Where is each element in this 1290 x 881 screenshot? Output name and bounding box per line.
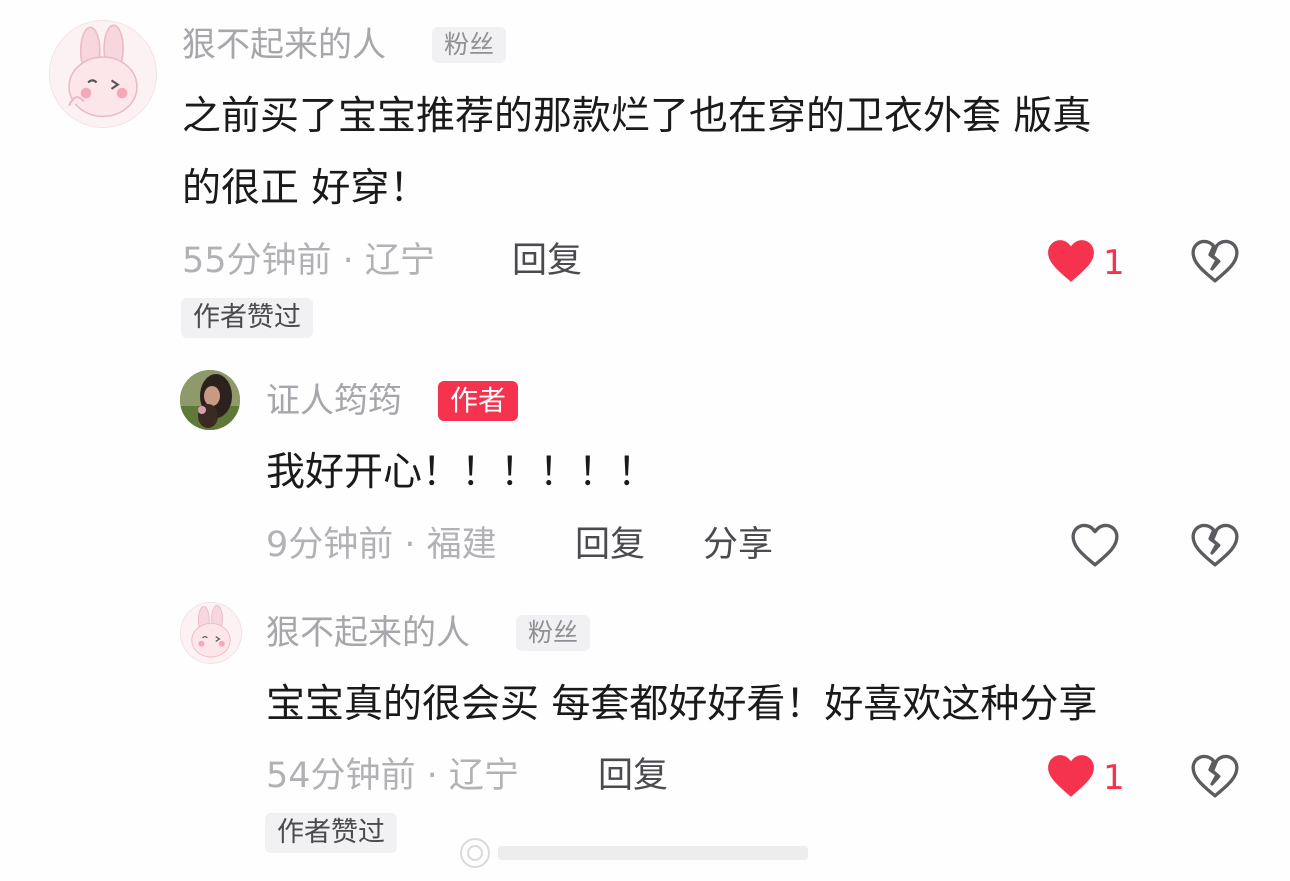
photo-avatar-icon	[180, 370, 240, 430]
reply-button[interactable]: 回复	[575, 525, 645, 565]
comment-text: 宝宝真的很会买 每套都好好看！好喜欢这种分享	[266, 682, 1098, 727]
user-avatar[interactable]	[180, 602, 242, 664]
dislike-icon[interactable]	[1190, 238, 1240, 284]
like-count: 1	[1103, 758, 1125, 798]
fan-badge: 粉丝	[432, 27, 507, 63]
user-avatar[interactable]	[49, 20, 157, 128]
fan-badge: 粉丝	[516, 615, 591, 651]
comment-username[interactable]: 狠不起来的人	[182, 25, 386, 65]
dislike-icon[interactable]	[1190, 522, 1240, 568]
comment-text: 之前买了宝宝推荐的那款烂了也在穿的卫衣外套 版真	[182, 94, 1092, 139]
share-button[interactable]: 分享	[703, 525, 773, 565]
reply-button[interactable]: 回复	[512, 241, 582, 281]
comment-username[interactable]: 狠不起来的人	[266, 613, 470, 653]
comment-text: 我好开心！！！！！！	[266, 450, 657, 495]
comment-time-location: 54分钟前 · 辽宁	[266, 756, 519, 796]
heart-filled-icon[interactable]	[1046, 753, 1096, 799]
author-liked-tag: 作者赞过	[181, 298, 313, 338]
bunny-avatar-icon	[50, 21, 156, 127]
watermark-graphic	[460, 838, 808, 868]
comment-text-continued: 的很正 好穿！	[182, 166, 429, 211]
comment-time-location: 9分钟前 · 福建	[266, 525, 497, 565]
bunny-avatar-icon	[181, 603, 241, 663]
comment-thread: 狠不起来的人 粉丝 之前买了宝宝推荐的那款烂了也在穿的卫衣外套 版真 的很正 好…	[0, 0, 1290, 881]
dislike-icon[interactable]	[1190, 753, 1240, 799]
reply-button[interactable]: 回复	[598, 756, 668, 796]
like-count: 1	[1103, 243, 1125, 283]
heart-filled-icon[interactable]	[1046, 238, 1096, 284]
author-badge: 作者	[438, 381, 519, 421]
author-avatar[interactable]	[180, 370, 240, 430]
author-liked-tag: 作者赞过	[265, 813, 397, 853]
comment-time-location: 55分钟前 · 辽宁	[182, 241, 435, 281]
heart-outline-icon[interactable]	[1070, 522, 1120, 568]
comment-username[interactable]: 证人筠筠	[266, 381, 402, 421]
